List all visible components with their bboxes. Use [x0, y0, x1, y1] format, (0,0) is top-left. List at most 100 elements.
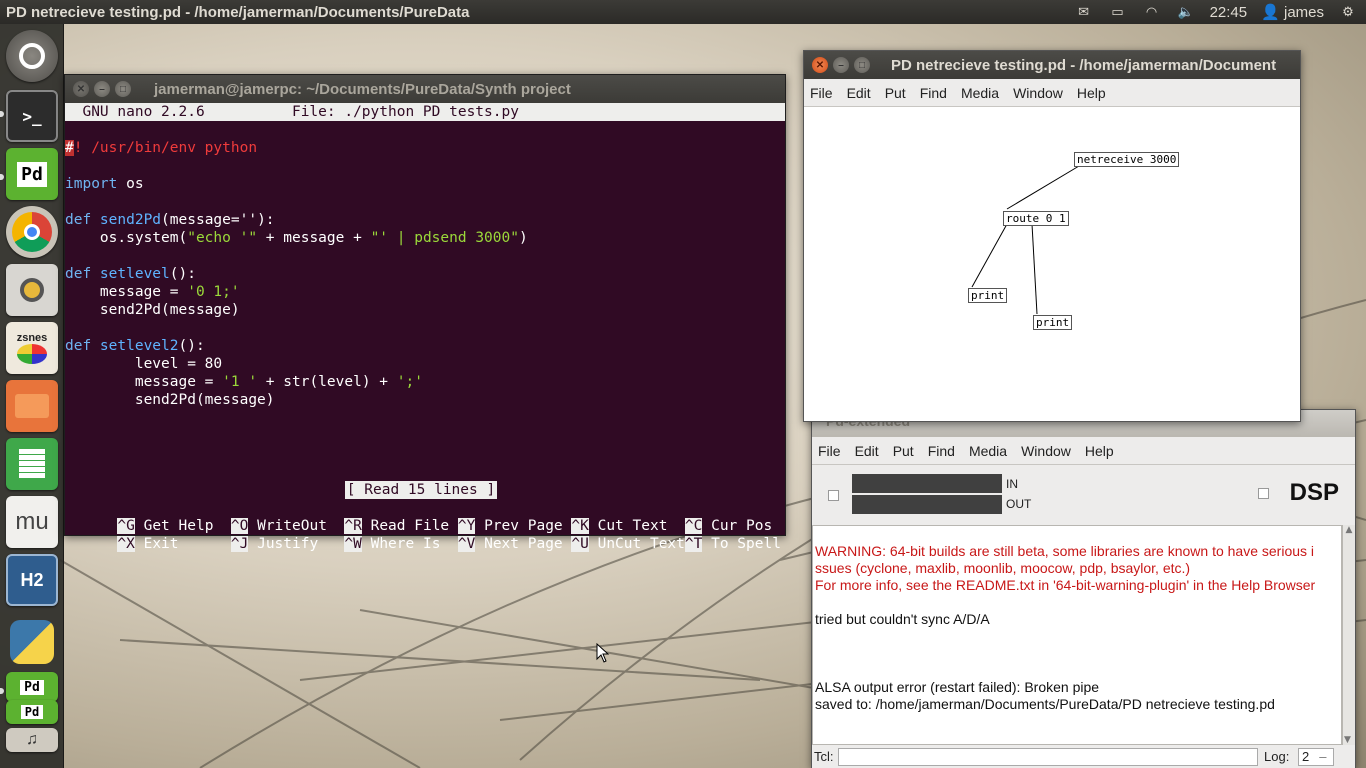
pd-console[interactable]: WARNING: 64-bit builds are still beta, s… [812, 525, 1342, 745]
zsnes-icon [17, 344, 47, 364]
menu-media[interactable]: Media [961, 85, 999, 101]
code-line-12: def setlevel2(): [65, 338, 205, 354]
terminal-titlebar[interactable]: ✕ – □ jamerman@jamerpc: ~/Documents/Pure… [65, 75, 785, 103]
tcl-row: Tcl: Log: 2– [812, 746, 1355, 768]
user-icon: 👤 [1261, 4, 1280, 21]
menu-help[interactable]: Help [1077, 85, 1106, 101]
maximize-icon[interactable]: □ [854, 57, 870, 73]
scroll-up-icon[interactable]: ▲ [1343, 525, 1355, 535]
code-line-15: send2Pd(message) [65, 392, 275, 408]
menu-put[interactable]: Put [885, 85, 906, 101]
maximize-icon[interactable]: □ [115, 81, 131, 97]
pd-object-netreceive[interactable]: netreceive 3000 [1074, 152, 1180, 167]
tcl-input[interactable] [838, 748, 1258, 766]
mouse-cursor-icon [596, 643, 610, 663]
pd-icon: Pd [17, 161, 47, 187]
terminal-title: jamerman@jamerpc: ~/Documents/PureData/S… [154, 80, 571, 98]
in-meter [852, 474, 1002, 493]
connection-netreceive-route [1006, 165, 1080, 210]
launcher: >_ Pd zsnes mu H2 Pd Pd ♫ [0, 24, 64, 768]
launcher-audio-app[interactable] [6, 264, 58, 316]
code-line-13: level = 80 [65, 356, 223, 372]
code-line-14: message = '1 ' + str(level) + ';' [65, 374, 423, 390]
console-line: ALSA output error (restart failed): Brok… [815, 679, 1100, 695]
log-level-value: 2 [1302, 749, 1310, 764]
terminal-window[interactable]: ✕ – □ jamerman@jamerpc: ~/Documents/Pure… [64, 74, 786, 552]
launcher-zsnes[interactable]: zsnes [6, 322, 58, 374]
nano-shortcuts-row-2: ^X Exit ^J Justify ^W Where Is ^V Next P… [117, 536, 781, 552]
pd-patch-titlebar[interactable]: ✕ – □ PD netrecieve testing.pd - /home/j… [804, 51, 1300, 79]
pd-main-menubar: File Edit Put Find Media Window Help [812, 437, 1355, 465]
dsp-checkbox[interactable] [1258, 488, 1269, 499]
menu-put[interactable]: Put [893, 443, 914, 459]
patch-connections [971, 165, 1080, 315]
menu-help[interactable]: Help [1085, 443, 1114, 459]
mu-icon: mu [15, 508, 49, 535]
menu-file[interactable]: File [818, 443, 841, 459]
menu-window[interactable]: Window [1013, 85, 1063, 101]
minimize-icon[interactable]: – [833, 57, 849, 73]
code-line-10: send2Pd(message) [65, 302, 240, 318]
menu-window[interactable]: Window [1021, 443, 1071, 459]
launcher-spreadsheet[interactable] [6, 438, 58, 490]
in-label: IN [1006, 477, 1018, 491]
launcher-mu[interactable]: mu [6, 496, 58, 548]
launcher-terminal[interactable]: >_ [6, 90, 58, 142]
close-icon[interactable]: ✕ [812, 57, 828, 73]
pd-object-route[interactable]: route 0 1 [1003, 211, 1069, 226]
clock[interactable]: 22:45 [1210, 4, 1248, 21]
user-name: james [1283, 4, 1324, 21]
launcher-hydrogen[interactable]: H2 [6, 554, 58, 606]
battery-icon[interactable]: ▭ [1108, 5, 1128, 19]
pd-patch-window[interactable]: ✕ – □ PD netrecieve testing.pd - /home/j… [803, 50, 1301, 422]
pd-patch-canvas[interactable]: netreceive 3000 route 0 1 print print [804, 107, 1300, 421]
code-line-6: os.system("echo '" + message + "' | pdse… [65, 230, 528, 246]
volume-icon[interactable]: 🔈 [1176, 5, 1196, 19]
log-level-select[interactable]: 2– [1298, 748, 1334, 766]
user-menu[interactable]: 👤 james [1261, 3, 1324, 21]
code-line-5: def send2Pd(message=''): [65, 212, 275, 228]
code-line-9: message = '0 1;' [65, 284, 240, 300]
nano-editor[interactable]: GNU nano 2.2.6 File: ./python PD tests.p… [65, 103, 785, 552]
launcher-dash-button[interactable] [6, 30, 58, 82]
launcher-music-app[interactable]: ♫ [6, 728, 58, 752]
dsp-label: DSP [1289, 479, 1339, 506]
system-tray: ✉ ▭ ◠ 🔈 22:45 👤 james ⚙ [1074, 3, 1366, 22]
speaker-icon [20, 278, 44, 302]
python-icon [10, 620, 54, 664]
menu-media[interactable]: Media [969, 443, 1007, 459]
menu-find[interactable]: Find [920, 85, 947, 101]
log-label: Log: [1264, 749, 1290, 764]
spreadsheet-icon [19, 449, 45, 479]
ubuntu-logo-icon [19, 43, 45, 69]
pd-object-print-1[interactable]: print [968, 288, 1008, 303]
zsnes-label: zsnes [16, 332, 48, 344]
launcher-pd-3[interactable]: Pd [6, 700, 58, 724]
launcher-pd[interactable]: Pd [6, 148, 58, 200]
console-scrollbar[interactable]: ▲ ▼ [1342, 525, 1355, 745]
menu-find[interactable]: Find [928, 443, 955, 459]
pd-icon-3: Pd [20, 705, 44, 719]
folder-icon [15, 394, 49, 418]
pd-icon-2: Pd [20, 679, 44, 695]
wifi-icon[interactable]: ◠ [1142, 5, 1162, 19]
launcher-python[interactable] [6, 616, 58, 668]
scroll-down-icon[interactable]: ▼ [1344, 735, 1351, 745]
close-icon[interactable]: ✕ [73, 81, 89, 97]
audio-meter-checkbox[interactable] [828, 490, 839, 501]
launcher-files[interactable] [6, 380, 58, 432]
menu-edit[interactable]: Edit [855, 443, 879, 459]
menu-file[interactable]: File [810, 85, 833, 101]
nano-header: GNU nano 2.2.6 File: ./python PD tests.p… [65, 103, 785, 121]
connection-route-print1 [971, 223, 1008, 288]
menu-edit[interactable]: Edit [847, 85, 871, 101]
gear-icon[interactable]: ⚙ [1338, 5, 1358, 19]
top-panel: PD netrecieve testing.pd - /home/jamerma… [0, 0, 1366, 24]
nano-shortcuts-row-1: ^G Get Help ^O WriteOut ^R Read File ^Y … [117, 518, 773, 534]
pd-main-window[interactable]: Pd-extended File Edit Put Find Media Win… [811, 409, 1356, 768]
launcher-chrome[interactable] [6, 206, 58, 258]
pd-object-print-2[interactable]: print [1033, 315, 1073, 330]
mail-icon[interactable]: ✉ [1074, 5, 1094, 19]
launcher-pd-2[interactable]: Pd [6, 672, 58, 702]
minimize-icon[interactable]: – [94, 81, 110, 97]
